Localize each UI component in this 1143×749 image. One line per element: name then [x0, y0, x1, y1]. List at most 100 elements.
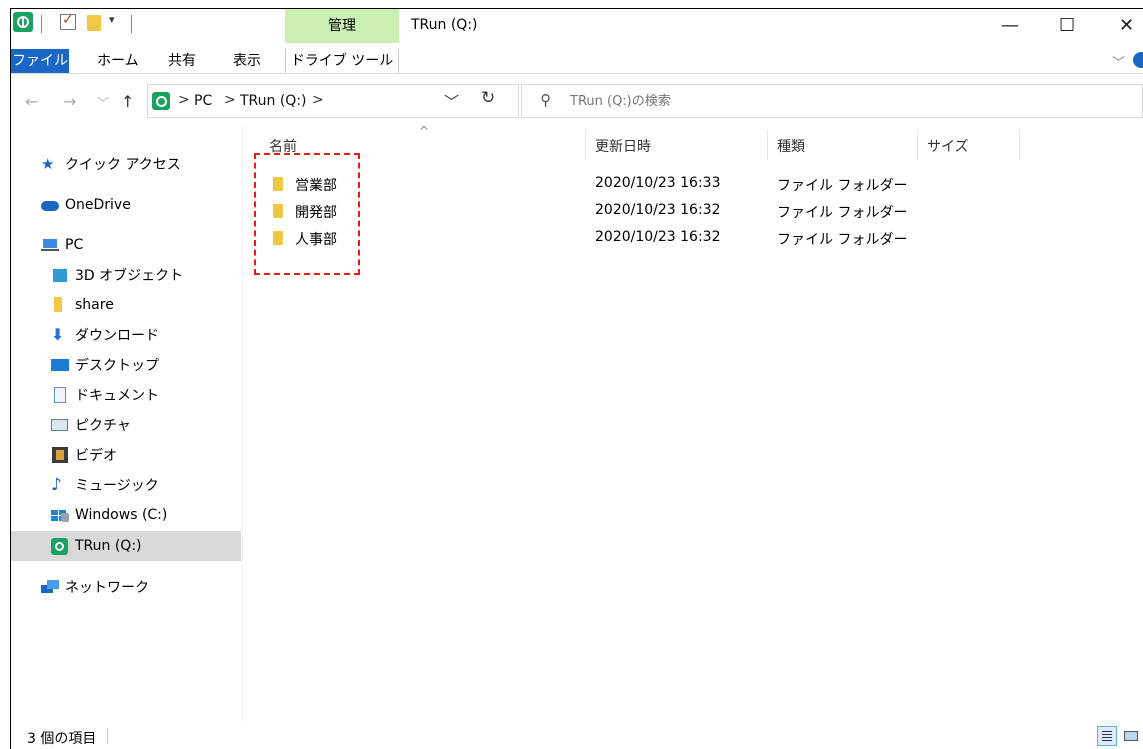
sidebar-item-pictures[interactable]: ピクチャ [11, 411, 241, 439]
sidebar-item-3d-objects[interactable]: 3D オブジェクト [11, 261, 241, 289]
trun-drive-icon [51, 538, 69, 555]
column-separator[interactable] [585, 130, 586, 160]
download-icon: ⬇ [51, 325, 65, 344]
search-input[interactable] [570, 91, 1070, 111]
cloud-icon [41, 197, 59, 213]
file-modified: 2020/10/23 16:32 [595, 202, 721, 218]
sidebar-item-documents[interactable]: ドキュメント [11, 381, 241, 409]
column-type[interactable]: 種類 [777, 136, 805, 156]
document-icon [51, 387, 69, 403]
toolbar-separator [41, 15, 42, 33]
up-button[interactable]: ↑ [121, 92, 134, 111]
trun-app-icon[interactable] [13, 12, 33, 32]
quick-access-dropdown[interactable]: ▾ [109, 13, 115, 26]
sidebar-item-label: ビデオ [75, 448, 117, 464]
picture-icon [51, 417, 69, 433]
cube-icon [51, 267, 69, 283]
table-row[interactable]: 営業部 2020/10/23 16:33 ファイル フォルダー [243, 171, 1143, 197]
column-separator[interactable] [917, 130, 918, 160]
close-button[interactable]: ✕ [1119, 15, 1134, 36]
forward-button[interactable]: → [63, 92, 76, 111]
column-size[interactable]: サイズ [927, 136, 969, 156]
details-view-button[interactable] [1097, 726, 1117, 746]
breadcrumb-trun[interactable]: TRun (Q:) [240, 93, 307, 109]
sidebar-item-desktop[interactable]: デスクトップ [11, 351, 241, 379]
maximize-button[interactable]: ☐ [1059, 15, 1075, 36]
sidebar-item-label: ネットワーク [65, 580, 149, 596]
sidebar-item-label: ドキュメント [75, 388, 159, 404]
tab-share[interactable]: 共有 [168, 49, 196, 73]
address-bar[interactable]: > PC > TRun (Q:) > ﹀ [147, 84, 519, 118]
search-box: ⚲ [521, 84, 1143, 118]
sidebar-item-label: ダウンロード [75, 328, 159, 344]
sidebar-item-label: 3D オブジェクト [75, 268, 184, 284]
sidebar-item-music[interactable]: ♪ ミュージック [11, 471, 241, 499]
column-modified[interactable]: 更新日時 [595, 136, 651, 156]
column-header: ^ 名前 更新日時 種類 サイズ [243, 124, 1143, 160]
sidebar-item-label: Windows (C:) [75, 507, 168, 523]
sidebar-item-share[interactable]: share [11, 291, 241, 319]
trun-drive-icon [152, 92, 170, 110]
toolbar-separator [131, 15, 132, 33]
status-bar: 3 個の項目 [11, 722, 1143, 749]
sidebar-item-label: share [75, 297, 114, 313]
new-folder-icon[interactable] [87, 15, 101, 31]
breadcrumb-separator[interactable]: > [178, 92, 190, 108]
sidebar-item-label: クイック アクセス [65, 157, 181, 173]
sidebar-item-trun-q[interactable]: TRun (Q:) [11, 531, 241, 561]
window-title: TRun (Q:) [411, 17, 478, 33]
help-icon[interactable] [1133, 52, 1143, 68]
recent-locations-button[interactable]: ﹀ [97, 94, 109, 111]
sidebar-item-label: ミュージック [75, 478, 159, 494]
status-separator [107, 728, 108, 744]
breadcrumb-separator[interactable]: > [224, 92, 236, 108]
navigation-pane: ★ クイック アクセス OneDrive PC 3D オブジェクト share … [11, 124, 241, 722]
table-row[interactable]: 開発部 2020/10/23 16:32 ファイル フォルダー [243, 198, 1143, 224]
sidebar-item-windows-c[interactable]: Windows (C:) [11, 501, 241, 529]
manage-context-tab[interactable]: 管理 [285, 9, 399, 43]
address-dropdown-button[interactable]: ﹀ [444, 91, 459, 112]
search-icon: ⚲ [540, 91, 551, 109]
item-count: 3 個の項目 [27, 731, 97, 747]
column-separator[interactable] [1019, 130, 1020, 160]
properties-check-icon[interactable] [60, 12, 76, 30]
tab-home[interactable]: ホーム [97, 49, 139, 73]
sort-ascending-icon: ^ [419, 124, 430, 138]
sidebar-item-network[interactable]: ネットワーク [11, 573, 241, 601]
sidebar-item-quick-access[interactable]: ★ クイック アクセス [11, 150, 241, 178]
tab-view[interactable]: 表示 [233, 49, 261, 73]
sidebar-item-videos[interactable]: ビデオ [11, 441, 241, 469]
ribbon-collapse-chevron-icon[interactable]: ﹀ [1112, 52, 1125, 71]
sidebar-item-label: PC [65, 237, 84, 253]
file-type: ファイル フォルダー [777, 205, 908, 221]
address-row: ← → ﹀ ↑ > PC > TRun (Q:) > ﹀ ↻ ⚲ [11, 82, 1143, 122]
sidebar-item-label: TRun (Q:) [75, 538, 142, 554]
star-icon: ★ [41, 155, 55, 173]
back-button[interactable]: ← [25, 92, 38, 111]
title-bar: ▾ 管理 TRun (Q:) — ☐ ✕ [11, 9, 1143, 49]
network-icon [41, 579, 59, 595]
highlight-annotation-box [254, 153, 360, 275]
tab-drive-tools[interactable]: ドライブ ツール [285, 49, 399, 73]
sidebar-item-downloads[interactable]: ⬇ ダウンロード [11, 321, 241, 349]
sidebar-item-onedrive[interactable]: OneDrive [11, 191, 241, 219]
refresh-button[interactable]: ↻ [481, 88, 495, 108]
sidebar-item-label: デスクトップ [75, 358, 159, 374]
user-folder-icon [51, 297, 69, 313]
column-separator[interactable] [767, 130, 768, 160]
windows-drive-icon [51, 507, 69, 523]
computer-icon [41, 237, 59, 253]
music-icon: ♪ [51, 475, 62, 495]
breadcrumb-separator[interactable]: > [312, 92, 324, 108]
tab-file[interactable]: ファイル [11, 49, 69, 73]
sidebar-item-label: OneDrive [65, 197, 131, 213]
minimize-button[interactable]: — [1001, 15, 1019, 36]
file-modified: 2020/10/23 16:33 [595, 175, 721, 191]
file-type: ファイル フォルダー [777, 178, 908, 194]
large-icons-view-button[interactable] [1121, 726, 1141, 746]
sidebar-item-pc[interactable]: PC [11, 231, 241, 259]
table-row[interactable]: 人事部 2020/10/23 16:32 ファイル フォルダー [243, 225, 1143, 251]
file-type: ファイル フォルダー [777, 232, 908, 248]
video-icon [51, 447, 69, 463]
breadcrumb-pc[interactable]: PC [194, 93, 212, 109]
